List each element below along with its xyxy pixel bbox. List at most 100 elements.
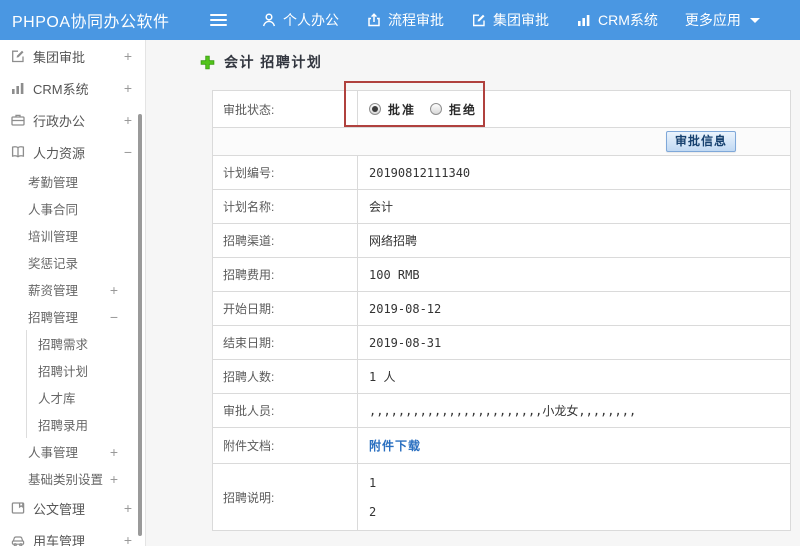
expand-icon[interactable]: + [110,283,118,297]
sidebar-item-label: 用车管理 [33,533,86,546]
field-label: 招聘人数: [213,360,358,393]
nav-personal-office[interactable]: 个人办公 [261,10,339,30]
sidebar-item-recruit-plan[interactable]: 招聘计划 [27,357,145,384]
field-label: 计划编号: [213,156,358,189]
table-row-end-date: 结束日期: 2019-08-31 [213,326,790,360]
collapse-icon[interactable]: − [124,145,132,159]
sidebar-item-label: 行政办公 [33,113,86,129]
sidebar-item-label: 招聘管理 [28,311,79,325]
menu-toggle-icon[interactable] [206,10,231,30]
table-row-channel: 招聘渠道: 网络招聘 [213,224,790,258]
nav-workflow-approval[interactable]: 流程审批 [366,10,444,30]
description-line: 1 [369,476,377,490]
radio-reject-label[interactable]: 拒绝 [449,101,477,118]
nav-more-apps[interactable]: 更多应用 [685,10,760,30]
table-row-start-date: 开始日期: 2019-08-12 [213,292,790,326]
sidebar-item-document-mgmt[interactable]: 公文管理 + [0,492,145,524]
sidebar-item-human-resources[interactable]: 人力资源 − [0,136,145,168]
field-label: 招聘渠道: [213,224,358,257]
sidebar-item-label: 招聘录用 [38,419,89,433]
car-icon [10,532,26,546]
sidebar-item-label: 招聘计划 [38,365,89,379]
sidebar-item-label: 培训管理 [28,230,79,244]
table-row-cost: 招聘费用: 100 RMB [213,258,790,292]
sidebar-item-label: 基础类别设置 [28,473,104,487]
sidebar-item-label: 招聘需求 [38,338,89,352]
collapse-icon[interactable]: − [110,310,118,324]
expand-icon[interactable]: + [124,533,132,546]
sidebar-item-training[interactable]: 培训管理 [0,222,145,249]
sidebar-item-label: 公文管理 [33,501,86,517]
table-row-attachment: 附件文档: 附件下载 [213,428,790,464]
sidebar-subgroup-recruit: 招聘需求 招聘计划 人才库 招聘录用 [26,330,145,438]
workflow-icon [366,12,382,28]
expand-icon[interactable]: + [110,472,118,486]
add-icon [200,55,215,70]
sidebar-item-label: 奖惩记录 [28,257,79,271]
detail-table: 审批状态: 批准 拒绝 审批信息 计划编号: 20190812111340 计划… [212,90,791,531]
expand-icon[interactable]: + [124,113,132,127]
topbar-nav: 个人办公 流程审批 集团审批 CRM系统 更多应用 [261,10,760,30]
sidebar-item-admin-office[interactable]: 行政办公 + [0,104,145,136]
sidebar-item-rewards[interactable]: 奖惩记录 [0,249,145,276]
sidebar-item-crm[interactable]: CRM系统 + [0,72,145,104]
approval-info-button[interactable]: 审批信息 [665,131,736,152]
nav-crm-system[interactable]: CRM系统 [576,10,658,30]
sidebar-item-label: 人力资源 [33,145,86,161]
nav-group-approval[interactable]: 集团审批 [471,10,549,30]
sidebar-item-recruit-demand[interactable]: 招聘需求 [27,330,145,357]
expand-icon[interactable]: + [110,445,118,459]
nav-label: 更多应用 [684,12,741,28]
briefcase-icon [10,112,26,128]
document-icon [10,500,26,516]
sidebar-item-personnel-mgmt[interactable]: 人事管理 + [0,438,145,465]
expand-icon[interactable]: + [124,501,132,515]
page-title: 会计 招聘计划 [200,52,322,72]
attachment-download-link[interactable]: 附件下载 [369,437,421,454]
radio-approve[interactable] [369,103,381,115]
nav-label: CRM系统 [598,12,658,28]
field-value: ,,,,,,,,,,,,,,,,,,,,,,,,小龙女,,,,,,,, [369,404,637,418]
sidebar-scrollbar[interactable] [138,114,142,536]
sidebar-item-talent-pool[interactable]: 人才库 [27,384,145,411]
sidebar-item-base-category[interactable]: 基础类别设置 + [0,465,145,492]
sidebar-item-vehicle-mgmt[interactable]: 用车管理 + [0,524,145,546]
expand-icon[interactable]: + [124,81,132,95]
main-content: 会计 招聘计划 审批状态: 批准 拒绝 审批信息 计划编号: 201908121… [147,40,800,546]
field-label: 结束日期: [213,326,358,359]
sidebar-item-hr-contract[interactable]: 人事合同 [0,195,145,222]
detail-panel: 审批状态: 批准 拒绝 审批信息 计划编号: 20190812111340 计划… [212,81,791,531]
topbar: PHPOA协同办公软件 个人办公 流程审批 集团审批 CRM系统 更多应用 [0,0,800,40]
user-icon [261,12,277,28]
field-label: 审批人员: [213,394,358,427]
radio-approve-label[interactable]: 批准 [388,101,416,118]
sidebar-item-recruit-hire[interactable]: 招聘录用 [27,411,145,438]
expand-icon[interactable]: + [124,49,132,63]
table-row-status: 审批状态: 批准 拒绝 [213,91,790,128]
sidebar-item-salary[interactable]: 薪资管理 + [0,276,145,303]
sidebar-item-group-approval[interactable]: 集团审批 + [0,40,145,72]
edit-icon [10,48,26,64]
sidebar: 集团审批 + CRM系统 + 行政办公 + 人力资源 − 考勤管理 人事合同 培… [0,40,146,546]
field-label: 招聘费用: [213,258,358,291]
field-label: 审批状态: [213,91,358,127]
sidebar-item-label: 薪资管理 [28,284,79,298]
field-value: 100 RMB [369,267,420,282]
caret-down-icon [749,17,760,23]
field-value: 1 人 [369,370,396,384]
bar-chart-icon [576,12,592,28]
sidebar-item-label: 人事合同 [28,203,79,217]
field-value: 1 2 [358,464,790,530]
table-row-approvers: 审批人员: ,,,,,,,,,,,,,,,,,,,,,,,,小龙女,,,,,,,… [213,394,790,428]
app-logo[interactable]: PHPOA协同办公软件 [0,8,192,32]
field-label: 计划名称: [213,190,358,223]
table-row-headcount: 招聘人数: 1 人 [213,360,790,394]
sidebar-item-label: 人才库 [38,392,76,406]
table-row-plan-name: 计划名称: 会计 [213,190,790,224]
radio-reject[interactable] [430,103,443,115]
page-title-text: 会计 招聘计划 [224,54,323,70]
table-row-description: 招聘说明: 1 2 [213,464,790,530]
field-value: 2019-08-31 [369,335,442,350]
sidebar-item-attendance[interactable]: 考勤管理 [0,168,145,195]
sidebar-item-recruit-mgmt[interactable]: 招聘管理 − [0,303,145,330]
